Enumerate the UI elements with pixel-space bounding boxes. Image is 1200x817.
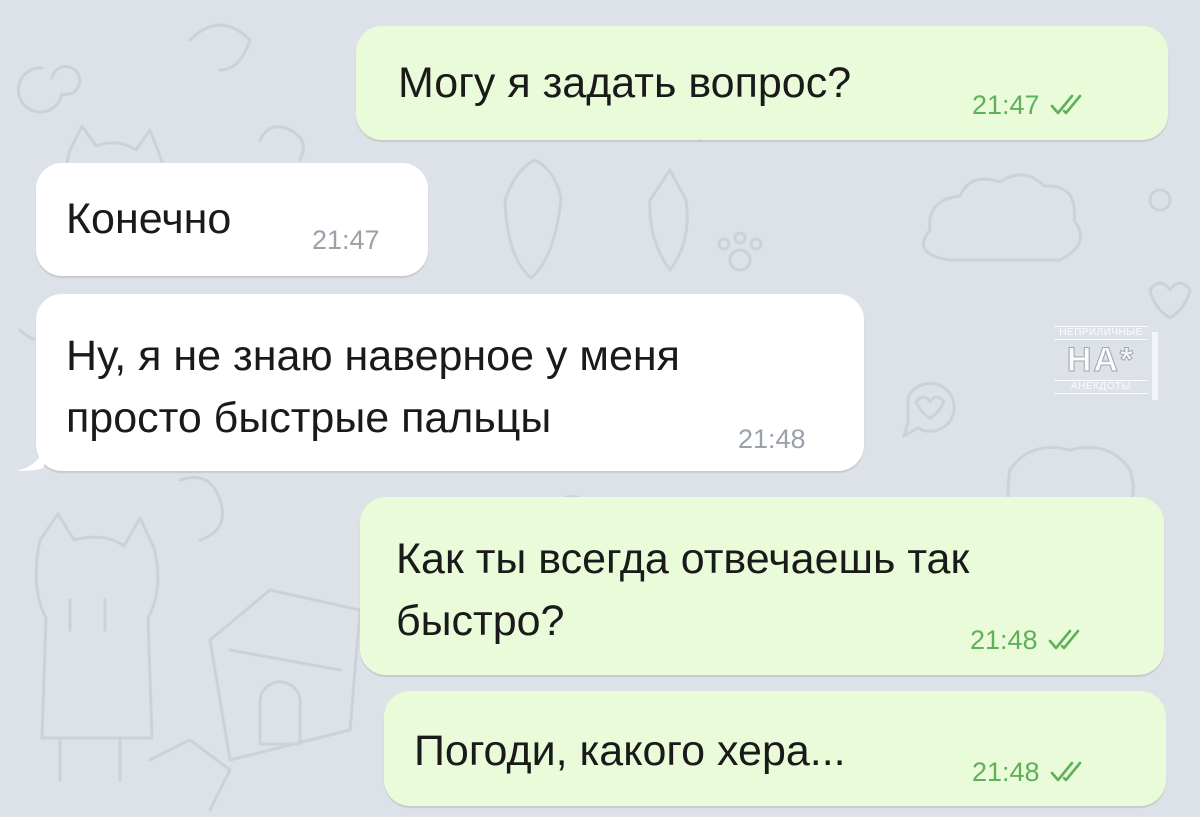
message-bubble-incoming[interactable]: Конечно 21:47 xyxy=(36,163,428,276)
message-text: Конечно xyxy=(66,195,232,243)
message-bubble-outgoing[interactable]: Могу я задать вопрос? 21:47 xyxy=(356,26,1168,140)
message-bubble-incoming[interactable]: Ну, я не знаю наверное у меня просто быс… xyxy=(36,294,864,471)
watermark-bottom-text: АНЕКДОТЫ xyxy=(1054,380,1148,394)
message-meta: 21:48 xyxy=(972,757,1086,787)
message-text-line: Ну, я не знаю наверное у меня xyxy=(66,332,680,380)
message-time: 21:47 xyxy=(312,225,380,255)
double-check-icon xyxy=(1050,761,1081,782)
message-time: 21:48 xyxy=(738,424,806,454)
message-bubble-outgoing[interactable]: Как ты всегда отвечаешь так быстро? 21:4… xyxy=(360,497,1164,675)
message-meta: 21:47 xyxy=(312,225,380,255)
double-check-icon xyxy=(1048,629,1079,650)
message-time: 21:48 xyxy=(972,757,1040,787)
message-meta: 21:48 xyxy=(738,424,806,454)
message-meta: 21:47 xyxy=(972,90,1086,120)
message-text: Могу я задать вопрос? xyxy=(398,59,852,107)
watermark-top-text: НЕПРИЛИЧНЫЕ xyxy=(1054,326,1148,340)
message-text-line: просто быстрые пальцы xyxy=(66,394,552,442)
message-text: Погоди, какого хера... xyxy=(414,727,846,775)
message-text-line: быстро? xyxy=(396,597,565,645)
double-check-icon xyxy=(1050,94,1081,115)
watermark-main-text: НА* xyxy=(1066,341,1136,380)
message-time: 21:47 xyxy=(972,90,1040,120)
message-time: 21:48 xyxy=(970,625,1038,655)
bubble-tail xyxy=(16,443,44,471)
message-meta: 21:48 xyxy=(970,625,1084,655)
watermark-side-strip xyxy=(1152,332,1158,400)
message-bubble-outgoing[interactable]: Погоди, какого хера... 21:48 xyxy=(384,691,1166,806)
message-text-line: Как ты всегда отвечаешь так xyxy=(396,535,970,583)
watermark-logo: НЕПРИЛИЧНЫЕ НА* АНЕКДОТЫ xyxy=(1046,326,1158,406)
